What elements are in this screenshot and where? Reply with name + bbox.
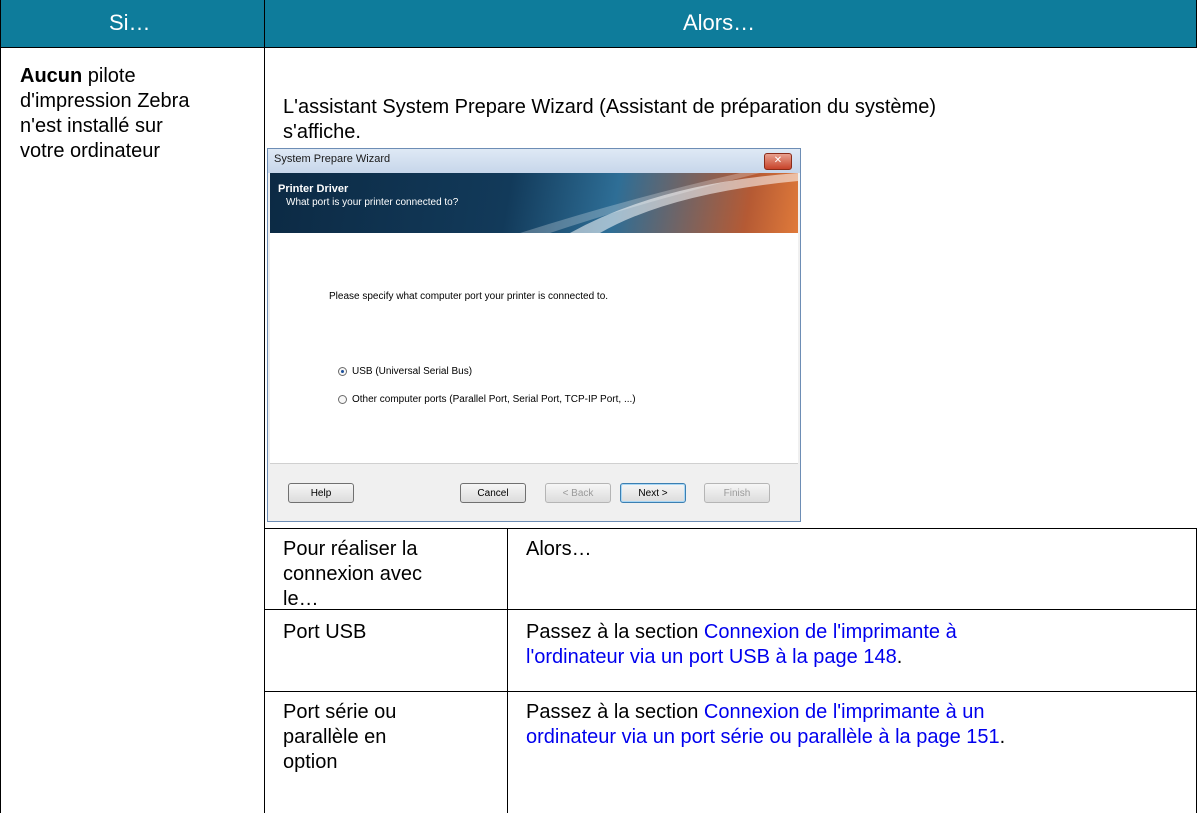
wizard-screenshot: System Prepare Wizard ✕ Printer Driver W… — [267, 148, 801, 522]
wizard-banner-title: Printer Driver — [278, 183, 349, 195]
link-serial-section-line2[interactable]: ordinateur via un port série ou parallèl… — [526, 726, 1000, 748]
wizard-footer-divider — [270, 463, 798, 464]
header-alors: Alors… — [683, 10, 756, 35]
finish-button[interactable]: Finish — [704, 483, 770, 503]
subtable-row2-col2: Passez à la section Connexion de l'impri… — [526, 701, 1006, 748]
table-border-left — [0, 0, 1, 813]
link-serial-section-line1[interactable]: Connexion de l'imprimante à un — [704, 701, 985, 723]
wizard-body: Please specify what computer port your p… — [270, 233, 798, 463]
subtable-row1-col1: Port USB — [283, 621, 367, 643]
back-button[interactable]: < Back — [545, 483, 611, 503]
radio-other-ports[interactable] — [338, 395, 347, 404]
subtable-row2-line — [264, 691, 1197, 692]
wizard-prompt: Please specify what computer port your p… — [329, 291, 609, 302]
condition-bold: Aucun — [20, 65, 83, 87]
wizard-banner: Printer Driver What port is your printer… — [270, 173, 798, 233]
subtable-header-col1: Pour réaliser la connexion avec le… — [283, 538, 422, 610]
subtable-divider — [507, 528, 508, 813]
wizard-title: System Prepare Wizard — [274, 153, 391, 165]
radio-other-ports-label[interactable]: Other computer ports (Parallel Port, Ser… — [352, 394, 636, 405]
subtable-row1-col2: Passez à la section Connexion de l'impri… — [526, 621, 957, 668]
table-header — [0, 0, 1197, 47]
next-button[interactable]: Next > — [620, 483, 686, 503]
cancel-button[interactable]: Cancel — [460, 483, 526, 503]
help-button[interactable]: Help — [288, 483, 354, 503]
link-usb-section-line2[interactable]: l'ordinateur via un port USB à la page 1… — [526, 646, 897, 668]
subtable-top-line — [264, 528, 1197, 529]
radio-usb[interactable] — [338, 367, 347, 376]
close-icon[interactable]: ✕ — [764, 153, 792, 170]
header-si: Si… — [109, 10, 151, 35]
header-bottom-line — [0, 47, 1197, 48]
subtable-header-col2: Alors… — [526, 538, 592, 560]
radio-usb-label[interactable]: USB (Universal Serial Bus) — [352, 366, 472, 377]
subtable-row2-col1: Port série ou parallèle en option — [283, 701, 397, 773]
result-text: L'assistant System Prepare Wizard (Assis… — [283, 96, 936, 143]
wizard-banner-subtitle: What port is your printer connected to? — [286, 197, 459, 208]
condition-text: Aucun pilote d'impression Zebra n'est in… — [20, 65, 190, 162]
link-usb-section-line1[interactable]: Connexion de l'imprimante à — [704, 621, 957, 643]
wizard-titlebar: System Prepare Wizard ✕ — [268, 149, 800, 173]
